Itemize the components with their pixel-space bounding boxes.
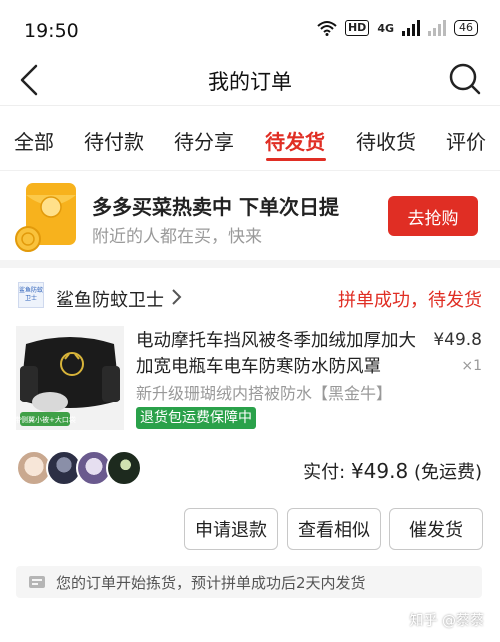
hd-icon: HD [344,20,370,36]
wifi-icon [317,21,337,36]
tab-pending-shipment[interactable]: 待发货 [265,126,325,155]
red-envelope-coin-icon [15,183,76,252]
tab-all[interactable]: 全部 [14,126,54,155]
status-bar: 19:50 HD 4G 46 [0,0,500,56]
promo-banner[interactable]: 多多买菜热卖中 下单次日提 附近的人都在买，快来 去抢购 [0,170,500,260]
tab-pending-payment[interactable]: 待付款 [84,126,144,155]
product-sku: 新升级珊瑚绒内搭被防水【黑金牛】 [136,384,393,403]
guarantee-badge: 退货包运费保障中 [136,407,256,429]
notice-text: 您的订单开始拣货，预计拼单成功后2天内发货 [56,574,366,592]
product-price: ¥49.8 [433,330,482,350]
paid-note: (免运费) [408,462,482,483]
truck-icon [29,576,45,588]
signal-icon [402,20,420,36]
promo-title: 多多买菜热卖中 下单次日提 [92,195,339,219]
chevron-right-icon[interactable] [170,288,182,306]
product-quantity: ×1 [461,358,482,374]
signal-2-icon [428,20,446,36]
image-caption: 带侧翼小被+大口袋 [16,415,76,424]
view-similar-button[interactable]: 查看相似 [287,508,381,550]
status-icons: HD 4G 46 [317,20,478,36]
product-image[interactable]: 带侧翼小被+大口袋 [16,326,124,430]
shop-logo[interactable]: 鲨鱼防蚊卫士 [18,282,44,308]
status-time: 19:50 [24,20,79,42]
paid-value: ¥49.8 [350,459,409,483]
shop-name[interactable]: 鲨鱼防蚊卫士 [56,286,164,312]
order-tabs: 全部 待付款 待分享 待发货 待收货 评价 [0,106,500,170]
nav-bar: 我的订单 [0,56,500,106]
paid-amount: 实付: ¥49.8 (免运费) [303,458,482,484]
shipping-notice[interactable]: 您的订单开始拣货，预计拼单成功后2天内发货 [16,566,482,598]
product-thumbnail: 带侧翼小被+大口袋 [16,326,124,430]
network-type: 4G [377,21,394,35]
request-refund-button[interactable]: 申请退款 [184,508,278,550]
grab-button[interactable]: 去抢购 [388,196,478,236]
order-card: 鲨鱼防蚊卫士 鲨鱼防蚊卫士 拼单成功，待发货 带侧翼小被+大口袋 电动摩托车挡风… [0,268,500,642]
order-status: 拼单成功，待发货 [338,290,482,311]
promo-subtitle: 附近的人都在买，快来 [92,227,262,247]
product-title[interactable]: 电动摩托车挡风被冬季加绒加厚加大加宽电瓶车电车防寒防水防风罩 [136,328,426,380]
tab-pending-receipt[interactable]: 待收货 [356,126,416,155]
avatar [106,450,142,486]
tab-review[interactable]: 评价 [446,126,486,155]
active-tab-indicator [266,158,326,161]
page-title: 我的订单 [208,70,292,94]
tab-pending-share[interactable]: 待分享 [174,126,234,155]
paid-label: 实付: [303,462,351,483]
urge-shipment-button[interactable]: 催发货 [389,508,483,550]
watermark: 知乎 @蔡蔡 [409,613,484,629]
battery-icon: 46 [454,20,478,36]
search-icon[interactable] [448,60,482,98]
